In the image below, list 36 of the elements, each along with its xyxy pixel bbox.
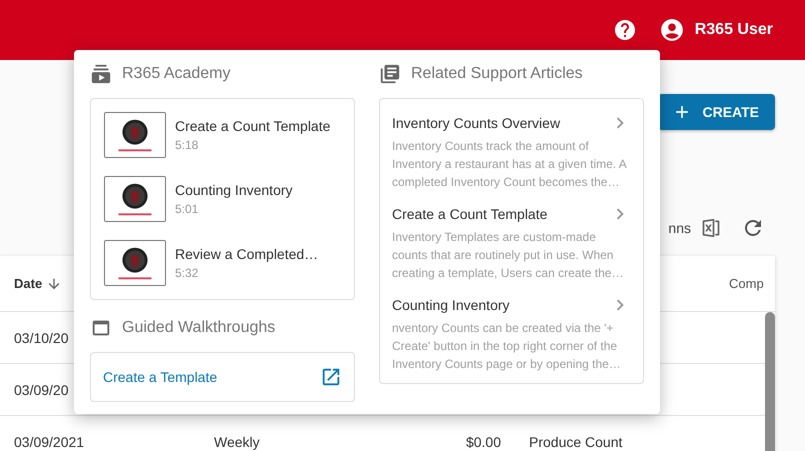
table-cell: 03/10/20 [14, 330, 68, 346]
article-title[interactable]: Create a Count Template [392, 206, 548, 222]
table-cell: Weekly [214, 434, 260, 450]
video-title: Counting Inventory [175, 182, 293, 198]
video-duration: 5:18 [175, 138, 200, 152]
article-summary: Inventory Counts track the amount of Inventory a restaurant has at a given time. A completed Inventory Count becomes the… [392, 138, 628, 191]
walkthrough-link[interactable]: Create a Template [90, 352, 355, 402]
video-title: Review a Completed… [175, 246, 318, 262]
table-cell: 03/09/2021 [14, 434, 84, 450]
article-title[interactable]: Inventory Counts Overview [392, 115, 560, 131]
table-cell: 03/09/20 [14, 382, 68, 398]
article-summary: Inventory Templates are custom-made counts that are routinely put in use. When creating a template, Users can create the… [392, 229, 624, 282]
columns-label[interactable]: nns [668, 220, 691, 236]
create-button[interactable]: CREATE [658, 94, 775, 130]
section-title: R365 Academy [122, 65, 231, 83]
table-cell: Produce Count [529, 434, 622, 450]
help-icon[interactable] [612, 18, 637, 42]
column-header[interactable]: Comp [729, 276, 764, 291]
video-item[interactable]: Counting Inventory 5:01 [91, 167, 354, 231]
article-title[interactable]: Counting Inventory [392, 297, 510, 313]
user-name[interactable]: R365 User [694, 21, 773, 39]
video-title: Create a Count Template [175, 118, 330, 134]
video-duration: 5:32 [175, 266, 200, 280]
video-item[interactable]: Review a Completed… 5:32 [91, 231, 354, 295]
table-cell: $0.00 [466, 434, 501, 450]
excel-icon[interactable] [701, 218, 721, 238]
open-in-new-icon [320, 366, 342, 388]
article-summary: nventory Counts can be created via the '+ Create' button in the top right corner of the Inventory Counts page or by opening the… [392, 320, 622, 373]
articles-icon [379, 63, 401, 85]
column-header[interactable]: Date [14, 276, 42, 291]
section-title: Guided Walkthroughs [122, 319, 276, 337]
video-duration: 5:01 [175, 202, 200, 216]
section-title: Related Support Articles [411, 65, 583, 83]
account-icon[interactable] [658, 17, 685, 43]
video-item[interactable]: Create a Count Template 5:18 [91, 103, 354, 167]
video-icon [90, 63, 112, 85]
